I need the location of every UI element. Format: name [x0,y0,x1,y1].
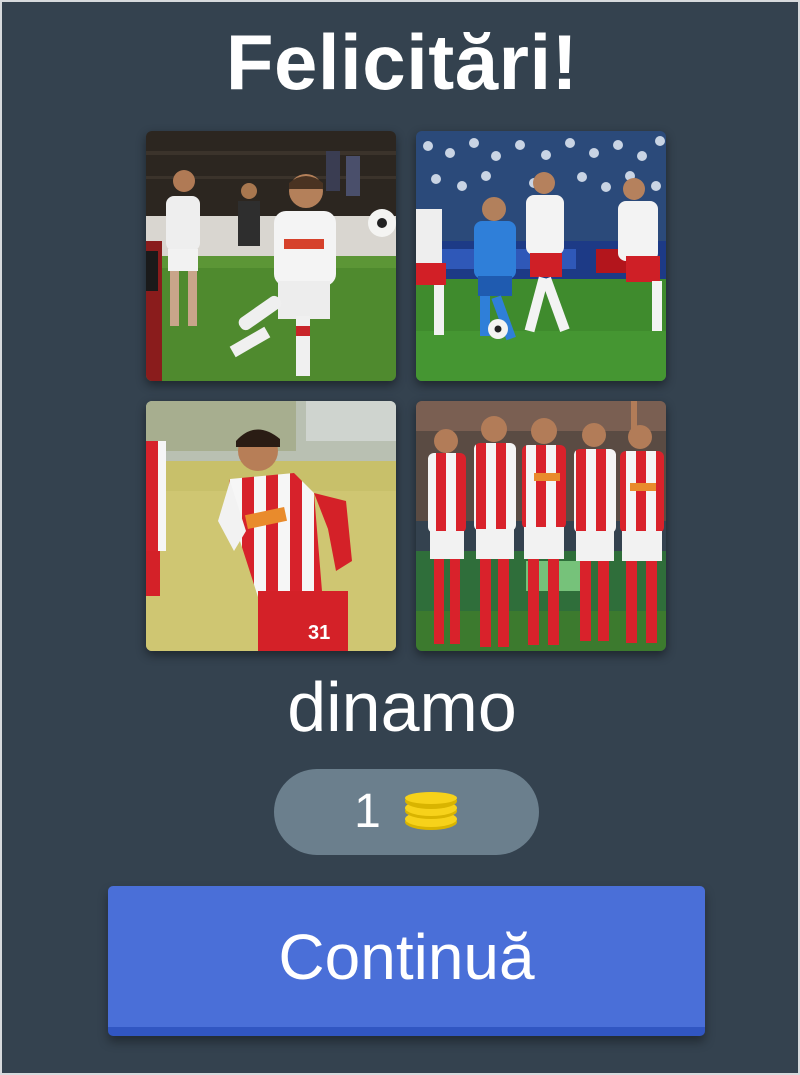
photo-player-striped-jersey-31: 31 [146,401,396,651]
photo-4-image [416,401,666,651]
photo-team-celebration [416,401,666,651]
reward-amount: 1 [354,785,381,838]
svg-text:31: 31 [308,622,330,644]
congrats-title: Felicitări! [225,18,579,106]
game-screen: Felicitări! 31 dinamo 1 Continuă [0,0,800,1075]
continue-button[interactable]: Continuă [108,886,705,1036]
photo-2-image [416,131,666,381]
photo-match-action-blue-vs-red [416,131,666,381]
photo-3-image: 31 [146,401,396,651]
coin-stack-icon [403,792,459,832]
photo-player-kicking-ball [146,131,396,381]
photo-1-image [146,131,396,381]
answer-word: dinamo [287,668,517,746]
reward-coins: 1 [274,769,539,855]
